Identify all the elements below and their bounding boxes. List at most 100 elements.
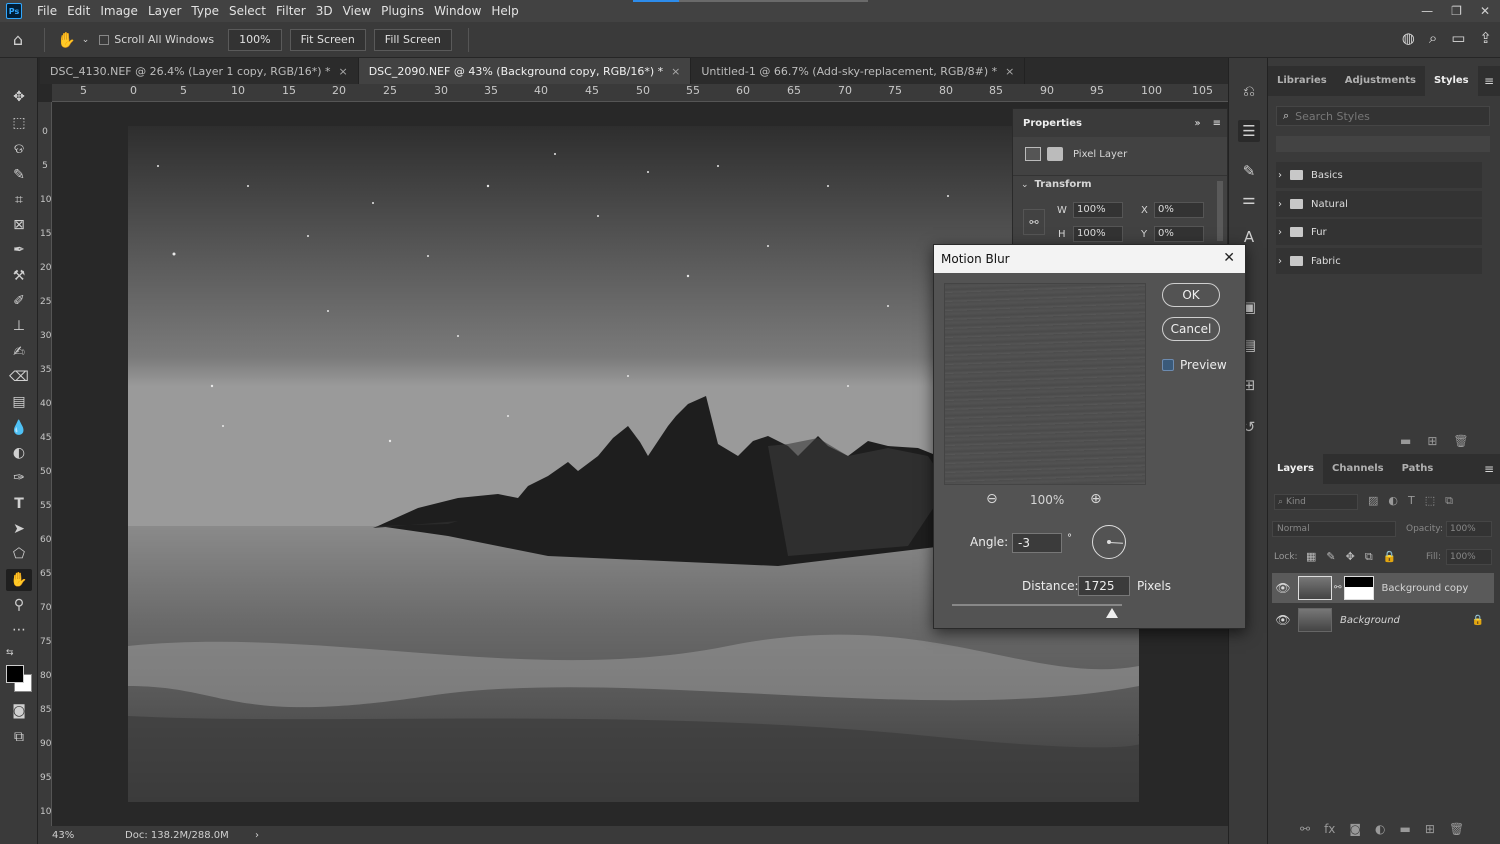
history-panel-icon[interactable]: ⎌ bbox=[1238, 80, 1260, 102]
zoom-readout[interactable]: 43% bbox=[52, 830, 125, 841]
angle-dial[interactable] bbox=[1092, 525, 1126, 559]
menu-plugins[interactable]: Plugins bbox=[376, 0, 429, 22]
lock-transparent-icon[interactable]: ▦ bbox=[1306, 550, 1316, 564]
layer-mask-thumbnail[interactable] bbox=[1343, 576, 1374, 600]
menu-view[interactable]: View bbox=[338, 0, 376, 22]
lock-all-icon[interactable]: 🔒 bbox=[1383, 550, 1397, 564]
zoom-100-button[interactable]: 100% bbox=[228, 28, 282, 51]
eye-icon[interactable]: 👁 bbox=[1272, 581, 1294, 595]
scroll-all-checkbox[interactable] bbox=[99, 34, 110, 45]
history-brush-tool-icon[interactable]: ✍ bbox=[6, 341, 32, 363]
adjustment-layer-icon[interactable]: ◐ bbox=[1375, 822, 1385, 836]
shape-tool-icon[interactable]: ⬠ bbox=[6, 543, 32, 565]
chevron-right-icon[interactable]: › bbox=[1278, 256, 1282, 267]
fx-icon[interactable]: fx bbox=[1324, 822, 1335, 836]
style-folder-natural[interactable]: › Natural bbox=[1276, 191, 1482, 217]
search-icon[interactable]: ⌕ bbox=[1429, 29, 1437, 47]
distance-input[interactable]: 1725 bbox=[1078, 576, 1130, 596]
width-field[interactable]: 100% bbox=[1073, 202, 1123, 218]
eraser-tool-icon[interactable]: ⌫ bbox=[6, 366, 32, 388]
marquee-tool-icon[interactable]: ⬚ bbox=[6, 112, 32, 134]
new-group-icon[interactable]: ▬ bbox=[1400, 822, 1411, 836]
fit-screen-button[interactable]: Fit Screen bbox=[289, 28, 366, 51]
menu-edit[interactable]: Edit bbox=[62, 0, 95, 22]
tab-dsc2090[interactable]: DSC_2090.NEF @ 43% (Background copy, RGB… bbox=[358, 58, 692, 84]
close-window-button[interactable]: ✕ bbox=[1480, 0, 1490, 22]
close-icon[interactable]: × bbox=[671, 65, 680, 78]
hand-tool-icon[interactable]: ✋ bbox=[57, 31, 76, 49]
menu-help[interactable]: Help bbox=[486, 0, 523, 22]
style-search-box[interactable]: ⌕ Search Styles bbox=[1276, 106, 1490, 126]
zoom-in-icon[interactable]: ⊕ bbox=[1090, 491, 1102, 507]
eye-icon[interactable]: 👁 bbox=[1272, 613, 1294, 627]
height-field[interactable]: 100% bbox=[1073, 226, 1123, 242]
crop-tool-icon[interactable]: ⌗ bbox=[6, 189, 32, 211]
chevron-right-icon[interactable]: › bbox=[1278, 199, 1282, 210]
share-icon[interactable]: ⇪ bbox=[1479, 29, 1492, 47]
hand-tool-icon[interactable]: ✋ bbox=[6, 569, 32, 591]
workspace-icon[interactable]: ▭ bbox=[1451, 29, 1465, 47]
frame-tool-icon[interactable]: ⊠ bbox=[6, 214, 32, 236]
learn-icon[interactable]: ◍ bbox=[1402, 29, 1415, 47]
distance-slider-handle[interactable] bbox=[1106, 608, 1118, 618]
blur-tool-icon[interactable]: 💧 bbox=[6, 417, 32, 439]
gradient-tool-icon[interactable]: ▤ bbox=[6, 391, 32, 413]
properties-scrollbar[interactable] bbox=[1217, 181, 1223, 241]
minimize-button[interactable]: — bbox=[1421, 0, 1433, 22]
brush-tool-icon[interactable]: ✐ bbox=[6, 290, 32, 312]
path-select-tool-icon[interactable]: ➤ bbox=[6, 518, 32, 540]
opacity-field[interactable]: 100% bbox=[1446, 521, 1492, 537]
y-field[interactable]: 0% bbox=[1154, 226, 1204, 242]
chevron-right-icon[interactable]: › bbox=[1278, 227, 1282, 238]
zoom-tool-icon[interactable]: ⚲ bbox=[6, 594, 32, 616]
close-icon[interactable]: × bbox=[338, 65, 347, 78]
lock-pixels-icon[interactable]: ✎ bbox=[1326, 550, 1335, 564]
angle-input[interactable]: -3 bbox=[1012, 533, 1062, 553]
new-style-icon[interactable]: ⊞ bbox=[1427, 434, 1437, 448]
delete-icon[interactable]: 🗑 bbox=[1453, 434, 1468, 448]
menu-filter[interactable]: Filter bbox=[271, 0, 311, 22]
style-folder-fabric[interactable]: › Fabric bbox=[1276, 248, 1482, 274]
distance-slider-track[interactable] bbox=[952, 604, 1122, 606]
menu-3d[interactable]: 3D bbox=[311, 0, 338, 22]
menu-window[interactable]: Window bbox=[429, 0, 486, 22]
dialog-title-bar[interactable]: Motion Blur ✕ bbox=[934, 245, 1245, 273]
kind-filter[interactable]: ⌕ Kind bbox=[1274, 494, 1358, 510]
pen-tool-icon[interactable]: ✑ bbox=[6, 467, 32, 489]
tab-paths[interactable]: Paths bbox=[1393, 454, 1443, 484]
filter-adjustment-icon[interactable]: ◐ bbox=[1388, 494, 1398, 508]
tab-dsc4130[interactable]: DSC_4130.NEF @ 26.4% (Layer 1 copy, RGB/… bbox=[40, 58, 359, 84]
preview-checkbox[interactable] bbox=[1162, 359, 1174, 371]
filter-preview[interactable] bbox=[944, 283, 1146, 485]
home-icon[interactable]: ⌂ bbox=[0, 30, 36, 49]
chevron-right-icon[interactable]: › bbox=[255, 830, 259, 841]
type-tool-icon[interactable]: T bbox=[6, 493, 32, 515]
brush-settings-icon[interactable]: ✎ bbox=[1238, 160, 1260, 182]
lock-artboard-icon[interactable]: ⧉ bbox=[1365, 550, 1373, 564]
zoom-out-icon[interactable]: ⊖ bbox=[986, 491, 998, 507]
restore-button[interactable]: ❐ bbox=[1451, 0, 1462, 22]
delete-icon[interactable]: 🗑 bbox=[1449, 822, 1464, 836]
panel-menu-icon[interactable]: ≡ bbox=[1213, 118, 1221, 129]
screen-mode-icon[interactable]: ⧉ bbox=[6, 726, 32, 748]
layer-row-background[interactable]: 👁 Background 🔒 bbox=[1272, 605, 1494, 635]
menu-select[interactable]: Select bbox=[224, 0, 271, 22]
expand-icon[interactable]: » bbox=[1194, 118, 1200, 129]
link-icon[interactable]: ⚯ bbox=[1334, 583, 1342, 593]
style-folder-basics[interactable]: › Basics bbox=[1276, 162, 1482, 188]
chevron-down-icon[interactable]: ⌄ bbox=[82, 35, 90, 45]
menu-layer[interactable]: Layer bbox=[143, 0, 186, 22]
layer-row-background-copy[interactable]: 👁 ⚯ Background copy bbox=[1272, 573, 1494, 603]
tab-adjustments[interactable]: Adjustments bbox=[1336, 66, 1425, 96]
menu-image[interactable]: Image bbox=[95, 0, 143, 22]
fill-screen-button[interactable]: Fill Screen bbox=[373, 28, 452, 51]
tab-untitled-1[interactable]: Untitled-1 @ 66.7% (Add-sky-replacement,… bbox=[691, 58, 1026, 84]
new-layer-icon[interactable]: ⊞ bbox=[1425, 822, 1435, 836]
filter-smart-icon[interactable]: ⧉ bbox=[1445, 494, 1453, 508]
menu-file[interactable]: File bbox=[32, 0, 62, 22]
panel-menu-icon[interactable]: ≡ bbox=[1484, 462, 1494, 476]
chevron-right-icon[interactable]: › bbox=[1278, 170, 1282, 181]
add-mask-icon[interactable]: ◙ bbox=[1349, 822, 1361, 836]
link-icon[interactable]: ⚯ bbox=[1023, 209, 1045, 235]
close-icon[interactable]: × bbox=[1005, 65, 1014, 78]
